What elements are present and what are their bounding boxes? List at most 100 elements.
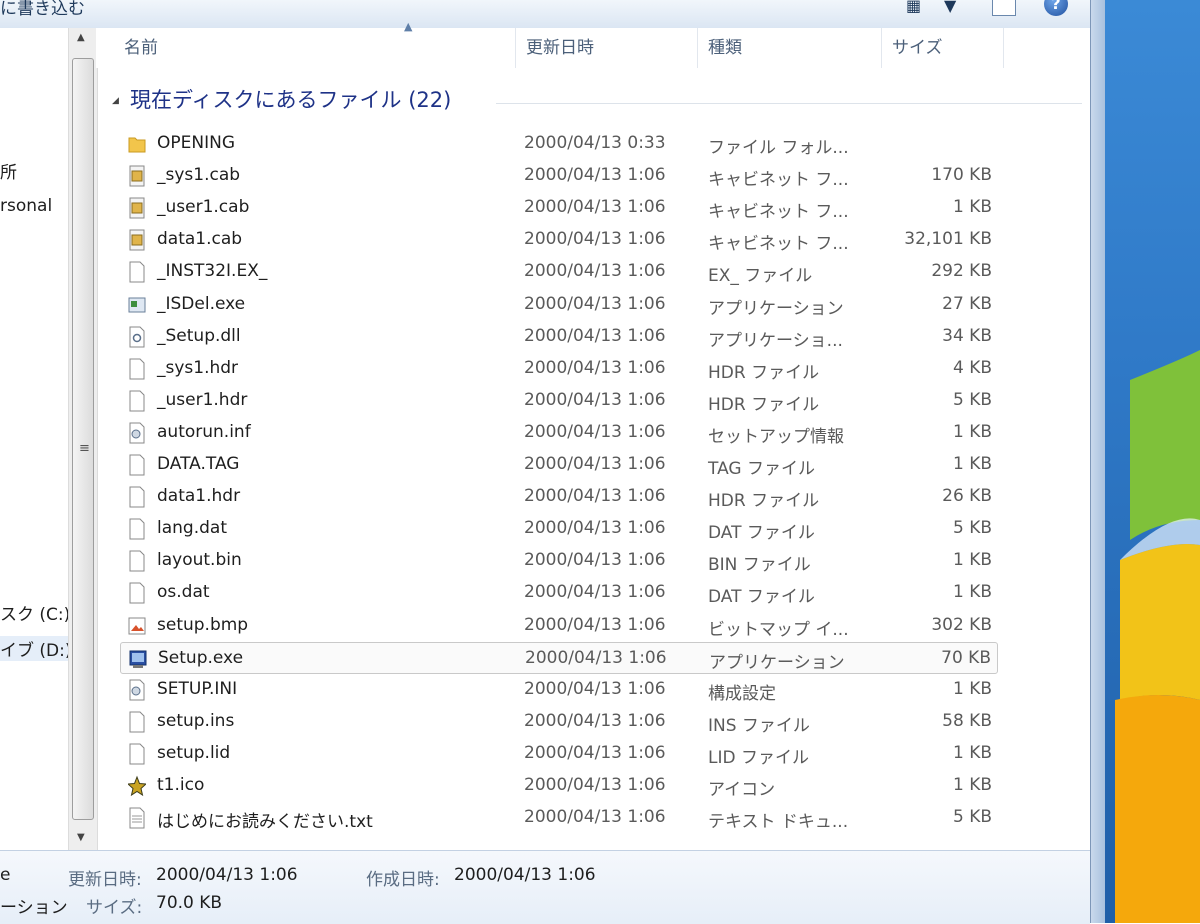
file-date-modified: 2000/04/13 1:06 (524, 582, 666, 603)
file-date-modified: 2000/04/13 1:06 (524, 293, 666, 314)
column-name[interactable]: 名前 (114, 28, 516, 68)
collapse-group-icon[interactable]: ◢ (112, 96, 119, 106)
file-icon (129, 582, 145, 604)
setup-exe-icon (129, 650, 147, 668)
file-type: ビットマップ イ... (708, 619, 849, 640)
file-type: テキスト ドキュ... (708, 812, 849, 833)
file-type: EX_ ファイル (708, 266, 813, 287)
application-icon (128, 297, 146, 312)
file-row[interactable]: _user1.cab 2000/04/13 1:06 キャビネット フ... 1 KB (120, 192, 998, 224)
size-value: 70.0 KB (156, 893, 223, 913)
file-type: LID ファイル (708, 747, 809, 768)
file-type: BIN ファイル (708, 555, 811, 576)
burn-to-disc-button[interactable]: に書き込む (0, 0, 85, 19)
file-date-modified: 2000/04/13 0:33 (524, 133, 666, 153)
file-size: 1 KB (952, 454, 992, 474)
file-type: アプリケーション (708, 298, 844, 319)
file-name: _sys1.hdr (157, 357, 239, 378)
file-row[interactable]: setup.ins 2000/04/13 1:06 INS ファイル 58 KB (120, 706, 998, 738)
file-date-modified: 2000/04/13 1:06 (524, 486, 666, 507)
file-date-modified: 2000/04/13 1:06 (524, 775, 666, 795)
file-row[interactable]: setup.bmp 2000/04/13 1:06 ビットマップ イ... 302 K… (120, 610, 998, 642)
nav-scrollbar[interactable]: ▲ ≡ ▼ (68, 28, 98, 850)
file-name: lang.dat (157, 518, 227, 539)
file-icon (129, 486, 145, 508)
file-row[interactable]: _user1.hdr 2000/04/13 1:06 HDR ファイル 5 KB (120, 385, 998, 417)
nav-item-drive-c[interactable]: スク (C:) (0, 600, 70, 625)
file-row[interactable]: _ISDel.exe 2000/04/13 1:06 アプリケーション 27 KB (120, 289, 998, 321)
file-row[interactable]: data1.hdr 2000/04/13 1:06 HDR ファイル 26 KB (120, 481, 998, 513)
file-size: 5 KB (952, 518, 992, 539)
file-row[interactable]: OPENING 2000/04/13 0:33 ファイル フォル... (120, 128, 998, 160)
column-type[interactable]: 種類 (698, 28, 882, 68)
file-type: ファイル フォル... (708, 138, 849, 158)
file-row[interactable]: t1.ico 2000/04/13 1:06 アイコン 1 KB (120, 770, 998, 802)
help-icon[interactable]: ? (1044, 0, 1068, 16)
selected-file-name: e (0, 865, 11, 885)
file-row[interactable]: DATA.TAG 2000/04/13 1:06 TAG ファイル 1 KB (120, 449, 998, 481)
view-options-icon[interactable]: ▦ (906, 0, 921, 15)
file-row[interactable]: layout.bin 2000/04/13 1:06 BIN ファイル 1 KB (120, 545, 998, 577)
file-size: 1 KB (952, 742, 992, 763)
size-label: サイズ: (86, 898, 143, 918)
scroll-up-arrow-icon[interactable]: ▲ (77, 32, 85, 43)
star-icon (128, 775, 146, 797)
file-type: アプリケーショ... (708, 330, 843, 351)
file-date-modified: 2000/04/13 1:06 (524, 325, 666, 346)
file-row[interactable]: _sys1.hdr 2000/04/13 1:06 HDR ファイル 4 KB (120, 353, 998, 385)
nav-item-places[interactable]: 所 (0, 158, 17, 183)
folder-icon (128, 137, 146, 153)
file-size: 1 KB (952, 197, 992, 218)
file-type: HDR ファイル (708, 491, 820, 512)
file-row[interactable]: lang.dat 2000/04/13 1:06 DAT ファイル 5 KB (120, 513, 998, 545)
nav-item-drive-d[interactable]: イブ (D:) (0, 636, 72, 661)
file-row[interactable]: はじめにお読みください.txt 2000/04/13 1:06 テキスト ドキュ..… (120, 802, 998, 834)
file-row[interactable]: setup.lid 2000/04/13 1:06 LID ファイル 1 KB (120, 738, 998, 770)
settings-file-icon (129, 679, 145, 701)
file-size: 5 KB (952, 807, 992, 828)
file-row[interactable]: _INST32I.EX_ 2000/04/13 1:06 EX_ ファイル 292 K… (120, 256, 998, 288)
chevron-down-icon[interactable]: ▼ (944, 0, 956, 15)
desktop-wallpaper (1090, 0, 1200, 923)
file-date-modified: 2000/04/13 1:06 (524, 742, 666, 763)
file-row[interactable]: os.dat 2000/04/13 1:06 DAT ファイル 1 KB (120, 577, 998, 609)
file-date-modified: 2000/04/13 1:06 (524, 421, 666, 442)
file-icon (129, 743, 145, 765)
file-row[interactable]: _sys1.cab 2000/04/13 1:06 キャビネット フ... 170 K… (120, 160, 998, 192)
modified-value: 2000/04/13 1:06 (156, 865, 298, 885)
column-size[interactable]: サイズ (882, 28, 1004, 68)
preview-pane-icon[interactable] (992, 0, 1016, 16)
file-icon (129, 454, 145, 476)
file-size: 32,101 KB (904, 229, 992, 250)
file-type: INS ファイル (708, 715, 810, 736)
file-type: キャビネット フ... (708, 170, 849, 191)
file-type: キャビネット フ... (708, 234, 849, 255)
file-name: setup.lid (157, 742, 231, 763)
file-date-modified: 2000/04/13 1:06 (524, 807, 666, 828)
file-type: アプリケーション (709, 652, 845, 673)
nav-item-personal[interactable]: rsonal (0, 196, 52, 216)
scroll-thumb[interactable]: ≡ (72, 58, 94, 820)
file-icon (129, 390, 145, 412)
file-row[interactable]: _Setup.dll 2000/04/13 1:06 アプリケーショ... 34 KB (120, 321, 998, 353)
file-name: SETUP.INI (157, 678, 238, 699)
file-date-modified: 2000/04/13 1:06 (524, 710, 666, 731)
details-pane: e ーション 更新日時: 2000/04/13 1:06 作成日時: 2000/… (0, 850, 1090, 924)
file-row[interactable]: data1.cab 2000/04/13 1:06 キャビネット フ... 32,10… (120, 224, 998, 256)
file-name: _INST32I.EX_ (157, 261, 268, 282)
settings-file-icon (129, 422, 145, 444)
file-row[interactable]: Setup.exe 2000/04/13 1:06 アプリケーション 70 KB (120, 641, 998, 674)
file-type: DAT ファイル (708, 587, 815, 608)
scroll-down-arrow-icon[interactable]: ▼ (77, 832, 85, 843)
file-type: キャビネット フ... (708, 202, 849, 223)
column-header-bar: ▲ 名前 更新日時 種類 サイズ (96, 20, 1090, 68)
file-icon (129, 261, 145, 283)
group-header[interactable]: 現在ディスクにあるファイル (22) (130, 84, 451, 114)
file-date-modified: 2000/04/13 1:06 (524, 261, 666, 282)
column-date-modified[interactable]: 更新日時 (516, 28, 698, 68)
file-row[interactable]: SETUP.INI 2000/04/13 1:06 構成設定 1 KB (120, 674, 998, 706)
file-row[interactable]: autorun.inf 2000/04/13 1:06 セットアップ情報 1 KB (120, 417, 998, 449)
window-border (1090, 0, 1105, 923)
file-size: 1 KB (952, 582, 992, 603)
file-size: 1 KB (952, 678, 992, 699)
